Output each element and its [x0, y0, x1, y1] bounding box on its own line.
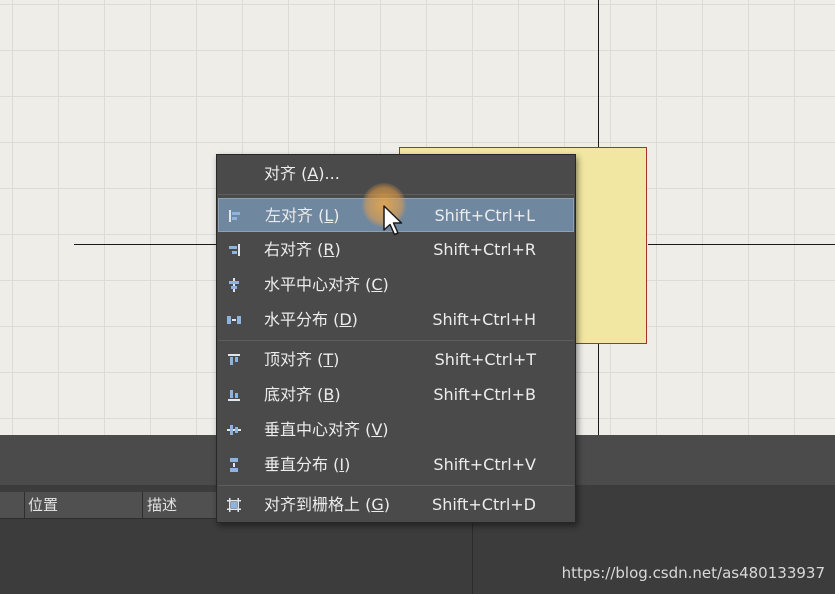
menu-item-label: 右对齐 (R) — [264, 240, 341, 259]
menu-item-distribute-horizontal[interactable]: 水平分布 (D) Shift+Ctrl+H — [218, 303, 574, 337]
menu-separator — [218, 485, 574, 486]
origin-axis-horizontal-right — [648, 244, 835, 245]
menu-item-align-bottom[interactable]: 底对齐 (B) Shift+Ctrl+B — [218, 378, 574, 412]
column-header-position[interactable]: 位置 — [28, 492, 58, 518]
menu-item-align-to-grid[interactable]: 对齐到栅格上 (G) Shift+Ctrl+D — [218, 488, 574, 522]
watermark: https://blog.csdn.net/as480133937 — [561, 564, 825, 582]
menu-item-label: 底对齐 (B) — [264, 385, 341, 404]
align-bottom-icon — [226, 387, 242, 403]
distribute-horizontal-icon — [226, 312, 242, 328]
menu-item-shortcut: Shift+Ctrl+L — [434, 206, 535, 225]
menu-item-label: 垂直中心对齐 (V) — [264, 420, 389, 439]
menu-item-shortcut: Shift+Ctrl+V — [433, 455, 536, 474]
menu-separator — [218, 340, 574, 341]
menu-item-shortcut: Shift+Ctrl+B — [433, 385, 536, 404]
menu-item-label: 水平分布 (D) — [264, 310, 358, 329]
menu-item-shortcut: Shift+Ctrl+D — [432, 495, 536, 514]
menu-item-label: 左对齐 (L) — [265, 206, 340, 225]
align-to-grid-icon — [226, 497, 242, 513]
mouse-pointer-icon — [382, 205, 404, 237]
column-header-description[interactable]: 描述 — [147, 492, 177, 518]
menu-item-align-vertical-center[interactable]: 垂直中心对齐 (V) — [218, 413, 574, 447]
align-vertical-center-icon — [226, 422, 242, 438]
menu-item-shortcut: Shift+Ctrl+T — [434, 350, 536, 369]
align-left-icon — [227, 208, 243, 224]
column-separator[interactable] — [142, 492, 143, 518]
menu-item-label: 顶对齐 (T) — [264, 350, 340, 369]
menu-item-align-top[interactable]: 顶对齐 (T) Shift+Ctrl+T — [218, 343, 574, 377]
column-separator[interactable] — [24, 492, 25, 518]
menu-item-align-horizontal-center[interactable]: 水平中心对齐 (C) — [218, 268, 574, 302]
align-horizontal-center-icon — [226, 277, 242, 293]
align-right-icon — [226, 242, 242, 258]
menu-item-label: 对齐 (A)... — [264, 164, 340, 183]
origin-axis-horizontal-left — [74, 244, 224, 245]
menu-item-distribute-vertical[interactable]: 垂直分布 (I) Shift+Ctrl+V — [218, 448, 574, 482]
menu-item-align-right[interactable]: 右对齐 (R) Shift+Ctrl+R — [218, 233, 574, 267]
menu-item-shortcut: Shift+Ctrl+H — [432, 310, 536, 329]
menu-item-label: 垂直分布 (I) — [264, 455, 351, 474]
distribute-vertical-icon — [226, 457, 242, 473]
menu-item-shortcut: Shift+Ctrl+R — [433, 240, 536, 259]
menu-item-label: 对齐到栅格上 (G) — [264, 495, 390, 514]
menu-item-label: 水平中心对齐 (C) — [264, 275, 389, 294]
align-top-icon — [226, 352, 242, 368]
